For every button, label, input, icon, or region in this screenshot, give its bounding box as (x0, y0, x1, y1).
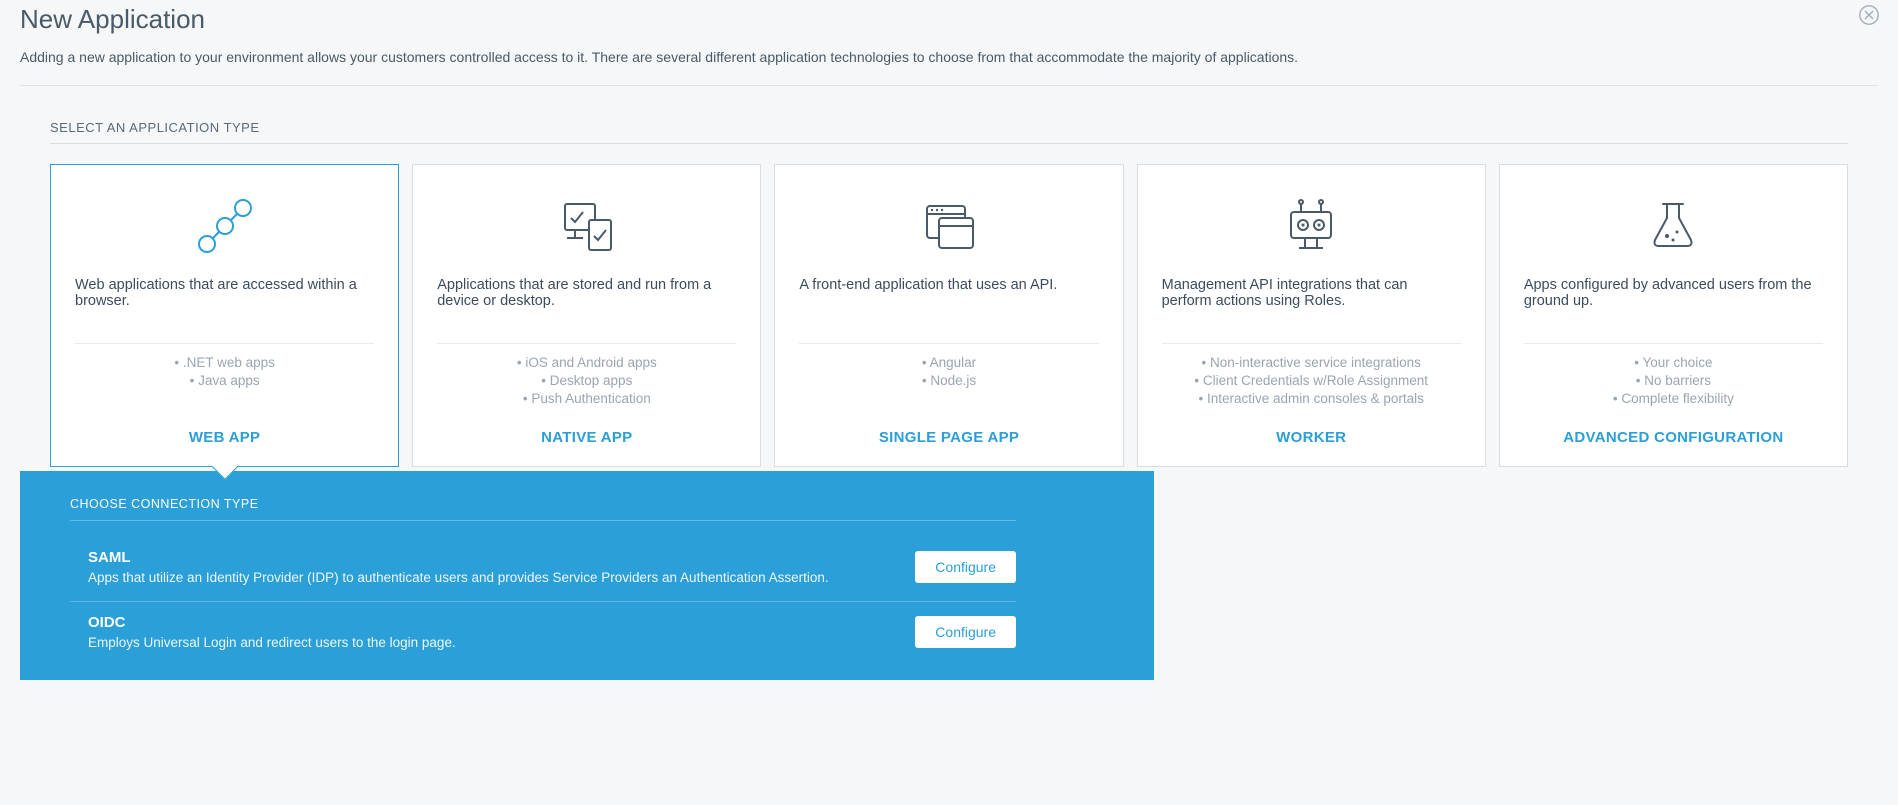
app-type-desc: Applications that are stored and run fro… (413, 265, 760, 329)
page-title: New Application (20, 4, 1878, 35)
list-item: Your choice (1524, 354, 1823, 372)
configure-button-saml[interactable]: Configure (915, 551, 1016, 583)
single-page-app-icon (913, 190, 985, 262)
connection-name: SAML (88, 549, 829, 566)
app-type-label: WORKER (1138, 415, 1485, 466)
connection-option-oidc: OIDC Employs Universal Login and redirec… (70, 602, 1016, 650)
app-type-examples: Angular Node.js (775, 354, 1122, 396)
list-item: Push Authentication (437, 390, 736, 408)
app-type-card-advanced-configuration[interactable]: Apps configured by advanced users from t… (1499, 164, 1848, 467)
app-type-examples: iOS and Android apps Desktop apps Push A… (413, 354, 760, 415)
app-type-card-web-app[interactable]: Web applications that are accessed withi… (50, 164, 399, 467)
connection-desc: Apps that utilize an Identity Provider (… (88, 570, 829, 585)
connection-desc: Employs Universal Login and redirect use… (88, 635, 456, 650)
web-app-icon (189, 190, 261, 262)
app-type-label: ADVANCED CONFIGURATION (1500, 415, 1847, 466)
app-type-label: SINGLE PAGE APP (775, 415, 1122, 466)
list-item: Complete flexibility (1524, 390, 1823, 408)
app-type-label: NATIVE APP (413, 415, 760, 466)
app-type-card-native-app[interactable]: Applications that are stored and run fro… (412, 164, 761, 467)
list-item: Java apps (75, 372, 374, 390)
close-button[interactable] (1858, 4, 1880, 26)
app-type-examples: .NET web apps Java apps (51, 354, 398, 396)
native-app-icon (551, 190, 623, 262)
list-item: Interactive admin consoles & portals (1162, 390, 1461, 408)
app-type-card-single-page-app[interactable]: A front-end application that uses an API… (774, 164, 1123, 467)
connection-type-panel: CHOOSE CONNECTION TYPE SAML Apps that ut… (20, 471, 1154, 680)
app-type-desc: Web applications that are accessed withi… (51, 265, 398, 329)
worker-icon (1275, 190, 1347, 262)
configure-button-oidc[interactable]: Configure (915, 616, 1016, 648)
connection-section-label: CHOOSE CONNECTION TYPE (70, 497, 1016, 521)
connection-option-saml: SAML Apps that utilize an Identity Provi… (70, 537, 1016, 602)
list-item: .NET web apps (75, 354, 374, 372)
page-description: Adding a new application to your environ… (20, 49, 1878, 65)
app-type-desc: A front-end application that uses an API… (775, 265, 1122, 329)
close-icon (1858, 4, 1880, 26)
list-item: Desktop apps (437, 372, 736, 390)
app-type-desc: Apps configured by advanced users from t… (1500, 265, 1847, 329)
app-type-desc: Management API integrations that can per… (1138, 265, 1485, 329)
list-item: Client Credentials w/Role Assignment (1162, 372, 1461, 390)
app-type-examples: Your choice No barriers Complete flexibi… (1500, 354, 1847, 415)
app-type-label: WEB APP (51, 415, 398, 466)
list-item: iOS and Android apps (437, 354, 736, 372)
connection-name: OIDC (88, 614, 456, 631)
section-label: SELECT AN APPLICATION TYPE (50, 120, 1848, 144)
header-divider (20, 85, 1878, 86)
list-item: No barriers (1524, 372, 1823, 390)
list-item: Node.js (799, 372, 1098, 390)
list-item: Non-interactive service integrations (1162, 354, 1461, 372)
app-type-examples: Non-interactive service integrations Cli… (1138, 354, 1485, 415)
advanced-config-icon (1637, 190, 1709, 262)
app-type-cards: Web applications that are accessed withi… (50, 164, 1848, 467)
app-type-card-worker[interactable]: Management API integrations that can per… (1137, 164, 1486, 467)
list-item: Angular (799, 354, 1098, 372)
